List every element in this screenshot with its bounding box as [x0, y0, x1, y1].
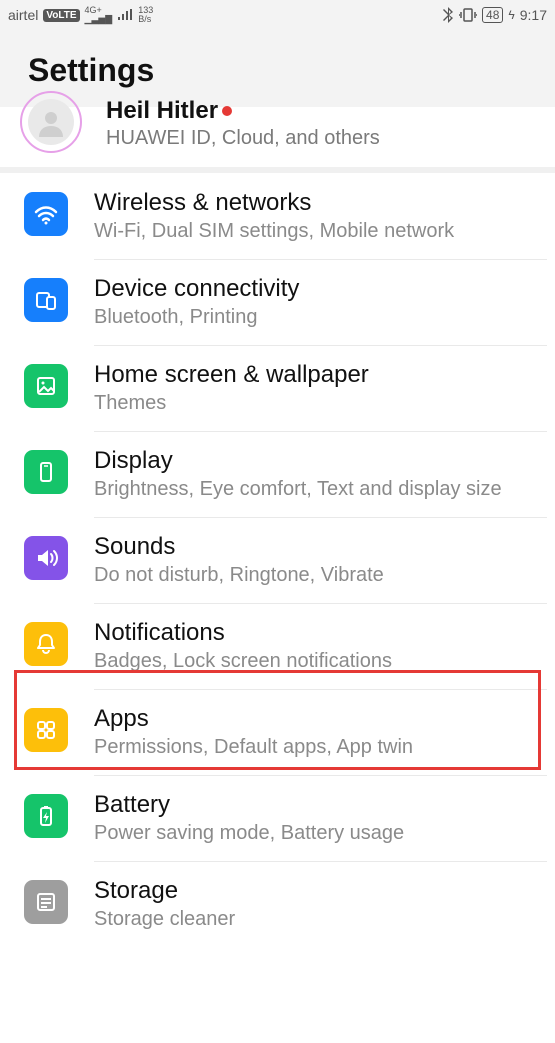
battery-level: 48 [482, 7, 503, 23]
storage-icon [24, 880, 68, 924]
battery-icon [24, 794, 68, 838]
item-sub: Bluetooth, Printing [94, 306, 535, 329]
wallpaper-icon [24, 364, 68, 408]
wifi-icon [24, 192, 68, 236]
item-storage[interactable]: Storage Storage cleaner [0, 861, 555, 947]
item-title: Home screen & wallpaper [94, 361, 535, 389]
settings-list: Wireless & networks Wi-Fi, Dual SIM sett… [0, 173, 555, 947]
account-text: Heil Hitler HUAWEI ID, Cloud, and others [106, 97, 535, 150]
bluetooth-icon [442, 7, 454, 23]
item-title: Display [94, 447, 535, 475]
item-battery[interactable]: Battery Power saving mode, Battery usage [0, 775, 555, 861]
item-title: Sounds [94, 533, 535, 561]
item-sub: Power saving mode, Battery usage [94, 822, 535, 845]
item-title: Battery [94, 791, 535, 819]
item-sub: Badges, Lock screen notifications [94, 650, 535, 673]
page-title: Settings [28, 52, 527, 89]
clock: 9:17 [520, 7, 547, 23]
volte-badge: VoLTE [43, 9, 79, 22]
item-sub: Brightness, Eye comfort, Text and displa… [94, 478, 535, 501]
item-sub: Permissions, Default apps, App twin [94, 736, 535, 759]
item-device-connectivity[interactable]: Device connectivity Bluetooth, Printing [0, 259, 555, 345]
display-icon [24, 450, 68, 494]
item-title: Device connectivity [94, 275, 535, 303]
item-sub: Wi-Fi, Dual SIM settings, Mobile network [94, 220, 535, 243]
battery-charging-icon: ϟ [508, 8, 514, 22]
status-right: 48 ϟ 9:17 [442, 7, 547, 23]
data-rate: 133 B/s [138, 6, 153, 24]
item-title: Apps [94, 705, 535, 733]
account-name: Heil Hitler [106, 97, 535, 125]
item-title: Notifications [94, 619, 535, 647]
devices-icon [24, 278, 68, 322]
vibrate-icon [459, 7, 477, 23]
signal-icon [117, 9, 133, 21]
item-sub: Storage cleaner [94, 908, 535, 931]
item-wireless[interactable]: Wireless & networks Wi-Fi, Dual SIM sett… [0, 173, 555, 259]
item-sub: Themes [94, 392, 535, 415]
status-bar: airtel VoLTE 4G+ ▁▃▅▇ 133 B/s 48 ϟ 9:17 [0, 0, 555, 30]
network-indicator: 4G+ ▁▃▅▇ [85, 6, 113, 24]
status-left: airtel VoLTE 4G+ ▁▃▅▇ 133 B/s [8, 6, 153, 24]
bell-icon [24, 622, 68, 666]
sound-icon [24, 536, 68, 580]
item-notifications[interactable]: Notifications Badges, Lock screen notifi… [0, 603, 555, 689]
item-title: Storage [94, 877, 535, 905]
item-home-wallpaper[interactable]: Home screen & wallpaper Themes [0, 345, 555, 431]
account-sub: HUAWEI ID, Cloud, and others [106, 127, 535, 150]
account-row[interactable]: Heil Hitler HUAWEI ID, Cloud, and others [0, 107, 555, 173]
avatar [20, 91, 82, 153]
carrier-label: airtel [8, 7, 38, 23]
item-sub: Do not disturb, Ringtone, Vibrate [94, 564, 535, 587]
notification-dot-icon [222, 106, 232, 116]
avatar-placeholder-icon [28, 99, 74, 145]
item-title: Wireless & networks [94, 189, 535, 217]
item-display[interactable]: Display Brightness, Eye comfort, Text an… [0, 431, 555, 517]
item-sounds[interactable]: Sounds Do not disturb, Ringtone, Vibrate [0, 517, 555, 603]
apps-icon [24, 708, 68, 752]
item-apps[interactable]: Apps Permissions, Default apps, App twin [0, 689, 555, 775]
page-header: Settings [0, 30, 555, 107]
